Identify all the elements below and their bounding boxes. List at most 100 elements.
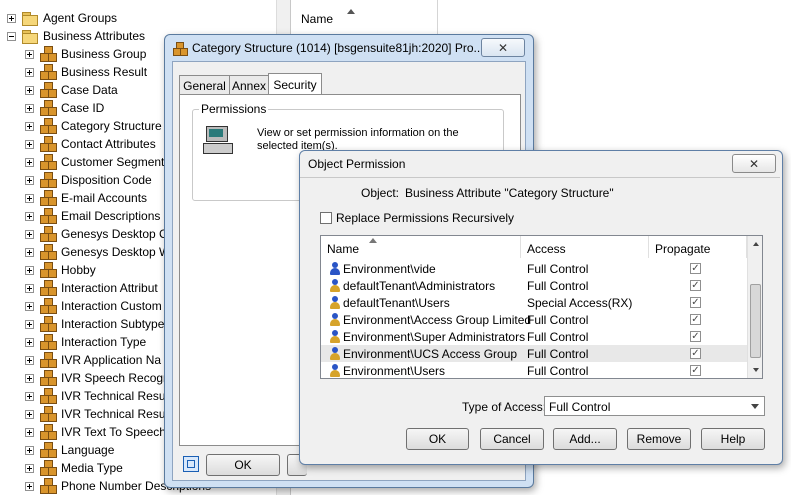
permission-row[interactable]: defaultTenant\Users Special Access(RX) ✓ [321, 294, 747, 311]
permission-add-button[interactable]: Add... [553, 428, 617, 450]
tree-item[interactable]: Hobby [25, 261, 96, 279]
tree-item[interactable]: IVR Technical Resu [25, 387, 166, 405]
expand-plus-icon[interactable] [25, 481, 34, 491]
permission-close-button[interactable]: ✕ [732, 154, 776, 173]
tree-item[interactable]: Disposition Code [25, 171, 152, 189]
expand-plus-icon[interactable] [25, 211, 34, 221]
expand-plus-icon[interactable] [25, 409, 34, 419]
tree-item[interactable]: IVR Text To Speech [25, 423, 166, 441]
expand-plus-icon[interactable] [25, 319, 34, 329]
propagate-checkbox[interactable]: ✓ [690, 280, 701, 291]
permission-titlebar[interactable]: Object Permission [300, 151, 782, 177]
expand-plus-icon[interactable] [7, 13, 16, 23]
propagate-checkbox[interactable]: ✓ [690, 314, 701, 325]
column-header-name[interactable]: Name [321, 236, 521, 258]
scroll-up-button[interactable] [748, 236, 762, 251]
tree-item[interactable]: Interaction Type [25, 333, 146, 351]
tree-item[interactable]: Genesys Desktop C [25, 225, 168, 243]
tree-item[interactable]: Case Data [25, 81, 118, 99]
expand-plus-icon[interactable] [25, 427, 34, 437]
column-header-access[interactable]: Access [521, 236, 649, 258]
column-header-propagate[interactable]: Propagate [649, 236, 747, 258]
properties-titlebar[interactable]: Category Structure (1014) [bsgensuite81j… [165, 35, 533, 61]
expand-plus-icon[interactable] [25, 229, 34, 239]
expand-plus-icon[interactable] [25, 355, 34, 365]
expand-plus-icon[interactable] [25, 103, 34, 113]
permission-cancel-button[interactable]: Cancel [480, 428, 544, 450]
propagate-checkbox[interactable]: ✓ [690, 365, 701, 376]
permission-row[interactable]: defaultTenant\Administrators Full Control… [321, 277, 747, 294]
propagate-checkbox[interactable]: ✓ [690, 348, 701, 359]
tree-item[interactable]: IVR Application Na [25, 351, 161, 369]
tree-item[interactable]: Email Descriptions [25, 207, 160, 225]
expand-plus-icon[interactable] [25, 49, 34, 59]
expand-plus-icon[interactable] [25, 193, 34, 203]
tree-item[interactable]: Category Structure [25, 117, 162, 135]
replace-recursively-label[interactable]: Replace Permissions Recursively [336, 211, 514, 225]
tree-item[interactable]: Media Type [25, 459, 123, 477]
expand-plus-icon[interactable] [25, 283, 34, 293]
properties-close-button[interactable]: ✕ [481, 38, 525, 57]
expand-plus-icon[interactable] [25, 85, 34, 95]
expand-plus-icon[interactable] [25, 175, 34, 185]
tab-security[interactable]: Security [268, 73, 322, 95]
expand-plus-icon[interactable] [25, 157, 34, 167]
tree-item[interactable]: Business Group [25, 45, 146, 63]
user-group-icon [329, 363, 343, 378]
cubes-icon [40, 442, 57, 458]
expand-plus-icon[interactable] [25, 301, 34, 311]
expand-plus-icon[interactable] [25, 463, 34, 473]
type-of-access-select[interactable]: Full Control [544, 396, 765, 416]
tab-layout-icon[interactable] [183, 456, 199, 472]
tree-item[interactable]: Business Attributes [7, 27, 145, 45]
tree-item[interactable]: Interaction Attribut [25, 279, 158, 297]
tab-annex[interactable]: Annex [229, 75, 269, 95]
tree-item[interactable]: IVR Technical Resu [25, 405, 166, 423]
permission-name: defaultTenant\Users [343, 295, 450, 310]
permission-cancel-label: Cancel [493, 432, 531, 446]
tree-item-label: Business Group [61, 47, 147, 61]
permission-ok-button[interactable]: OK [406, 428, 469, 450]
tree-item[interactable]: Agent Groups [7, 9, 117, 27]
tree-item-label: Interaction Custom [61, 299, 162, 313]
tree-item[interactable]: IVR Speech Recogn [25, 369, 170, 387]
permission-row[interactable]: Environment\Access Group Limited Full Con… [321, 311, 747, 328]
tree-item[interactable]: Business Result [25, 63, 147, 81]
expand-plus-icon[interactable] [25, 337, 34, 347]
scroll-thumb[interactable] [750, 284, 761, 358]
tab-general[interactable]: General [179, 75, 230, 95]
permission-row[interactable]: Environment\Users Full Control ✓ [321, 362, 747, 378]
permission-row[interactable]: Environment\vide Full Control ✓ [321, 260, 747, 277]
cubes-icon [40, 244, 57, 260]
permission-row[interactable]: Environment\UCS Access Group Full Control… [321, 345, 747, 362]
expand-plus-icon[interactable] [25, 373, 34, 383]
expand-plus-icon[interactable] [25, 247, 34, 257]
propagate-checkbox[interactable]: ✓ [690, 263, 701, 274]
collapse-minus-icon[interactable] [7, 31, 16, 41]
propagate-checkbox[interactable]: ✓ [690, 297, 701, 308]
expand-plus-icon[interactable] [25, 121, 34, 131]
list-header-name[interactable]: Name [297, 0, 438, 35]
permission-remove-button[interactable]: Remove [627, 428, 691, 450]
tree-item[interactable]: Case ID [25, 99, 104, 117]
expand-plus-icon[interactable] [25, 445, 34, 455]
expand-plus-icon[interactable] [25, 391, 34, 401]
permission-row[interactable]: Environment\Super Administrators Full Con… [321, 328, 747, 345]
tree-item[interactable]: Genesys Desktop W [25, 243, 170, 261]
replace-recursively-checkbox[interactable] [320, 212, 332, 224]
tree-item[interactable]: Interaction Custom [25, 297, 162, 315]
expand-plus-icon[interactable] [25, 67, 34, 77]
properties-ok-button[interactable]: OK [206, 454, 280, 476]
propagate-checkbox[interactable]: ✓ [690, 331, 701, 342]
permissions-scrollbar[interactable] [747, 236, 762, 378]
cubes-icon [40, 82, 57, 98]
scroll-down-button[interactable] [748, 362, 762, 377]
tree-item[interactable]: E-mail Accounts [25, 189, 147, 207]
tree-item[interactable]: Customer Segment [25, 153, 164, 171]
permission-help-button[interactable]: Help [701, 428, 765, 450]
tree-item[interactable]: Language [25, 441, 114, 459]
expand-plus-icon[interactable] [25, 265, 34, 275]
tree-item[interactable]: Interaction Subtype [25, 315, 164, 333]
expand-plus-icon[interactable] [25, 139, 34, 149]
tree-item[interactable]: Contact Attributes [25, 135, 156, 153]
